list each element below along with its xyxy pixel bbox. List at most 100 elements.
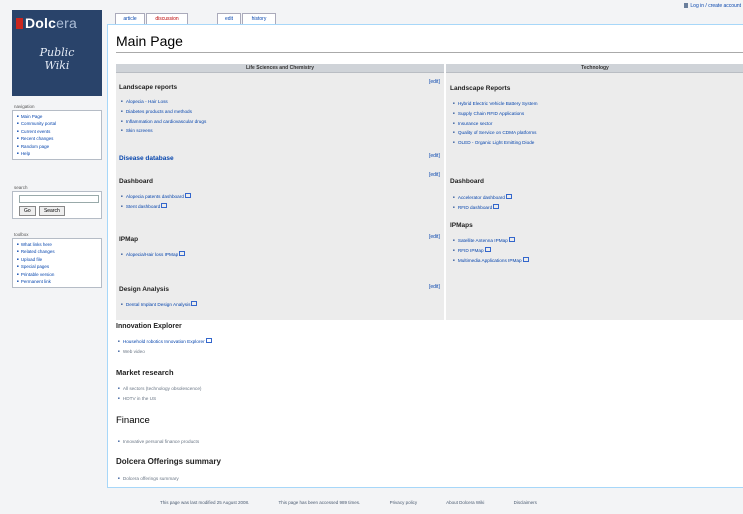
tab-edit[interactable]: edit <box>217 13 241 24</box>
search-heading: search <box>14 185 28 190</box>
list-item[interactable]: Household robotics Innovation Explorer <box>118 337 212 347</box>
footer-disclaimers-link[interactable]: Disclaimers <box>514 500 537 505</box>
external-link-icon <box>505 194 512 199</box>
innovation-explorer-heading: Innovation Explorer <box>116 323 182 330</box>
technology-header: Technology <box>446 64 743 73</box>
list-item[interactable]: All sectors (technology obsolescence) <box>118 384 202 394</box>
external-link-icon <box>522 256 529 262</box>
edit-section-link[interactable]: [edit] <box>429 234 440 240</box>
toolbox-portlet: toolbox What links here Related changes … <box>12 232 102 289</box>
list-item[interactable]: Hybrid Electric Vehicle Battery System <box>453 99 538 109</box>
tech-dashboard-list: Accelerator dashboard RFID dashboard <box>453 193 512 213</box>
search-button[interactable]: Search <box>38 206 65 216</box>
login-link[interactable]: Log in / create account <box>684 3 741 9</box>
market-research-list: All sectors (technology obsolescence) HD… <box>118 384 202 404</box>
list-item[interactable]: Web video <box>118 347 212 357</box>
list-item[interactable]: RFID dashboard <box>453 203 512 213</box>
sidebar-item-recent-changes[interactable]: Recent changes <box>17 135 99 142</box>
edit-section-link[interactable]: [edit] <box>429 172 440 178</box>
logo-subtitle-line1: Public <box>39 46 75 59</box>
toolbox-item-what-links-here[interactable]: What links here <box>17 241 99 248</box>
toolbox-item-special-pages[interactable]: Special pages <box>17 263 99 270</box>
list-item[interactable]: Dental Implant Design Analysis <box>121 300 198 310</box>
footer-access-count: This page has been accessed 989 times. <box>278 500 361 505</box>
innovation-explorer-list: Household robotics Innovation Explorer W… <box>118 337 212 357</box>
disease-database-link[interactable]: Disease database <box>119 155 174 162</box>
tech-landscape-list: Hybrid Electric Vehicle Battery System S… <box>453 99 538 148</box>
list-item[interactable]: Supply Chain RFID Applications <box>453 109 538 119</box>
logo-brand: Dolcera <box>16 15 77 31</box>
toolbox-item-related-changes[interactable]: Related changes <box>17 248 99 255</box>
dashboard-list: Alopecia patents dashboard Stent dashboa… <box>121 192 191 212</box>
edit-section-link[interactable]: [edit] <box>429 153 440 159</box>
external-link-icon <box>184 193 191 198</box>
finance-list: Innovative personal finance products <box>118 437 199 447</box>
landscape-reports-list: Alopecia - Hair Loss Diabetes products a… <box>121 97 207 136</box>
list-item-label: Dental Implant Design Analysis <box>125 302 191 307</box>
list-item-label: Accelerator dashboard <box>457 195 505 200</box>
list-item[interactable]: Multimedia Applications IPMap <box>453 256 529 266</box>
edit-section-link[interactable]: [edit] <box>429 79 440 85</box>
list-item[interactable]: Stent dashboard <box>121 202 191 212</box>
footer-about-link[interactable]: About Dolcera Wiki <box>446 500 484 505</box>
list-item[interactable]: OLED - Organic Light Emitting Diode <box>453 138 538 148</box>
ipmap-list: Alopecia/Hair loss IPMap <box>121 250 186 260</box>
external-link-icon <box>508 237 515 242</box>
footer-privacy-link[interactable]: Privacy policy <box>390 500 418 505</box>
list-item[interactable]: Skin screens <box>121 126 206 136</box>
list-item-label: Household robotics Innovation Explorer <box>122 339 205 344</box>
landscape-reports-heading: Landscape reports <box>119 84 178 91</box>
sidebar-item-community-portal[interactable]: Community portal <box>17 120 99 127</box>
tab-history[interactable]: history <box>242 13 276 24</box>
edit-section-link[interactable]: [edit] <box>429 284 440 290</box>
sidebar-item-random-page[interactable]: Random page <box>17 143 99 150</box>
logo-subtitle: Public Wiki <box>12 46 102 72</box>
tech-ipmaps-heading: IPMaps <box>450 222 473 229</box>
list-item[interactable]: Satellite Antenna IPMap <box>453 236 529 246</box>
list-item[interactable]: Alopecia - Hair Loss <box>121 97 206 107</box>
ipmap-heading: IPMap <box>119 236 139 243</box>
toolbox-item-upload-file[interactable]: Upload file <box>17 256 99 263</box>
search-portlet: search Go Search <box>12 185 102 219</box>
go-button[interactable]: Go <box>19 206 36 216</box>
toolbox-item-permanent-link[interactable]: Permanent link <box>17 278 99 285</box>
list-item[interactable]: Diabetes products and methods <box>121 107 206 117</box>
list-item[interactable]: Accelerator dashboard <box>453 193 512 203</box>
sidebar-item-main-page[interactable]: Main Page <box>17 113 99 120</box>
list-item[interactable]: Inflammation and cardiovascular drugs <box>121 117 207 127</box>
list-item[interactable]: Alopecia/Hair loss IPMap <box>121 250 186 260</box>
offerings-heading: Dolcera Offerings summary <box>116 457 221 466</box>
sidebar-item-help[interactable]: Help <box>17 150 99 157</box>
list-item[interactable]: Insurance sector <box>453 119 538 129</box>
external-link-icon <box>205 338 212 343</box>
technology-pane: Technology [edit] Landscape Reports Hybr… <box>429 64 743 320</box>
list-item[interactable]: RFID IPMap <box>453 246 529 256</box>
life-sciences-header: Life Sciences and Chemistry <box>116 64 444 73</box>
list-item[interactable]: Innovative personal finance products <box>118 437 199 447</box>
toolbox-item-printable-version[interactable]: Printable version <box>17 271 99 278</box>
logo-brand-left: Dolc <box>25 15 57 31</box>
external-link-icon <box>493 203 500 209</box>
list-item[interactable]: Alopecia patents dashboard <box>121 192 191 202</box>
tab-article[interactable]: article <box>115 13 145 24</box>
title-divider <box>116 52 743 53</box>
page-title: Main Page <box>116 33 183 49</box>
list-item[interactable]: HDTV in the US <box>118 394 202 404</box>
logo-subtitle-line2: Wiki <box>44 59 70 72</box>
list-item-label: Satellite Antenna IPMap <box>457 238 508 243</box>
footer-last-modified: This page was last modified 25 August 20… <box>160 500 250 505</box>
site-logo[interactable]: Dolcera Public Wiki <box>12 10 102 96</box>
list-item[interactable]: Dolcera offerings summary <box>118 474 179 484</box>
design-analysis-heading: Design Analysis <box>119 286 169 293</box>
finance-heading: Finance <box>116 415 150 426</box>
life-sciences-pane: Life Sciences and Chemistry Landscape re… <box>116 64 444 320</box>
list-item[interactable]: Quality of Service on CDMA platforms <box>453 128 538 138</box>
search-input[interactable] <box>19 195 99 203</box>
tech-landscape-heading: Landscape Reports <box>450 85 511 92</box>
sidebar-item-current-events[interactable]: Current events <box>17 128 99 135</box>
tab-discussion[interactable]: discussion <box>146 13 188 24</box>
footer: This page was last modified 25 August 20… <box>160 500 565 505</box>
tech-ipmaps-list: Satellite Antenna IPMap RFID IPMap Multi… <box>453 236 529 265</box>
list-item-label: RFID IPMap <box>457 247 484 253</box>
logo-mark-icon <box>16 18 23 29</box>
